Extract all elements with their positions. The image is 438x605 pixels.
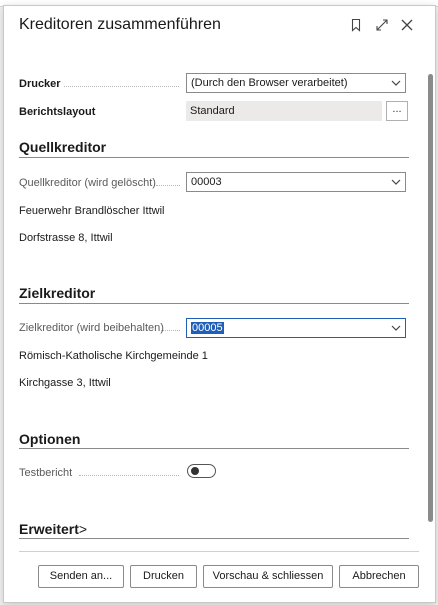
test-report-toggle[interactable] [187, 464, 216, 478]
layout-lookup-button[interactable]: ... [386, 101, 408, 121]
printer-leader [64, 86, 179, 87]
section-options-heading: Optionen [19, 431, 81, 447]
test-report-label: Testbericht [19, 467, 73, 479]
section-divider [19, 303, 409, 304]
section-advanced[interactable]: Erweitert> [19, 521, 87, 537]
source-vendor-select[interactable]: 00003 [186, 172, 406, 192]
print-button[interactable]: Drucken [130, 565, 197, 588]
layout-value: Standard [190, 105, 235, 117]
layout-field: Standard [186, 101, 382, 121]
preview-close-button[interactable]: Vorschau & schliessen [203, 565, 333, 588]
target-vendor-select[interactable]: 00005 [186, 318, 406, 338]
close-icon[interactable] [399, 17, 415, 33]
target-vendor-value: 00005 [191, 322, 224, 334]
dialog-scrollbar[interactable] [428, 74, 433, 522]
section-source-heading: Quellkreditor [19, 139, 107, 155]
source-vendor-leader [156, 185, 180, 186]
source-vendor-value: 00003 [191, 176, 222, 188]
merge-vendors-dialog: Kreditoren zusammenführen Drucker (Durch… [3, 5, 436, 603]
printer-value: (Durch den Browser verarbeitet) [191, 77, 348, 89]
source-vendor-label: Quellkreditor (wird gelöscht) [19, 177, 156, 189]
chevron-right-icon: > [78, 521, 88, 537]
printer-select[interactable]: (Durch den Browser verarbeitet) [186, 73, 406, 93]
source-vendor-address: Dorfstrasse 8, Ittwil [19, 232, 113, 244]
cancel-button[interactable]: Abbrechen [339, 565, 419, 588]
section-target-heading: Zielkreditor [19, 285, 96, 301]
expand-icon[interactable] [374, 17, 390, 33]
layout-label: Berichtslayout [19, 106, 96, 118]
footer-divider [19, 551, 419, 552]
test-report-leader [79, 475, 179, 476]
source-vendor-name: Feuerwehr Brandlöscher Ittwil [19, 205, 165, 217]
target-vendor-address: Kirchgasse 3, Ittwil [19, 377, 111, 389]
section-divider [19, 538, 409, 539]
target-vendor-label: Zielkreditor (wird beibehalten) [19, 322, 164, 334]
send-to-button[interactable]: Senden an... [38, 565, 124, 588]
toggle-knob [191, 467, 199, 475]
chevron-down-icon [391, 80, 401, 86]
chevron-down-icon [391, 179, 401, 185]
printer-label: Drucker [19, 78, 61, 90]
section-divider [19, 157, 409, 158]
target-vendor-name: Römisch-Katholische Kirchgemeinde 1 [19, 350, 208, 362]
bookmark-icon[interactable] [348, 17, 364, 33]
chevron-down-icon [391, 325, 401, 331]
advanced-heading: Erweitert [19, 521, 79, 537]
section-divider [19, 448, 409, 449]
dialog-title: Kreditoren zusammenführen [19, 16, 221, 33]
target-vendor-leader [161, 330, 180, 331]
